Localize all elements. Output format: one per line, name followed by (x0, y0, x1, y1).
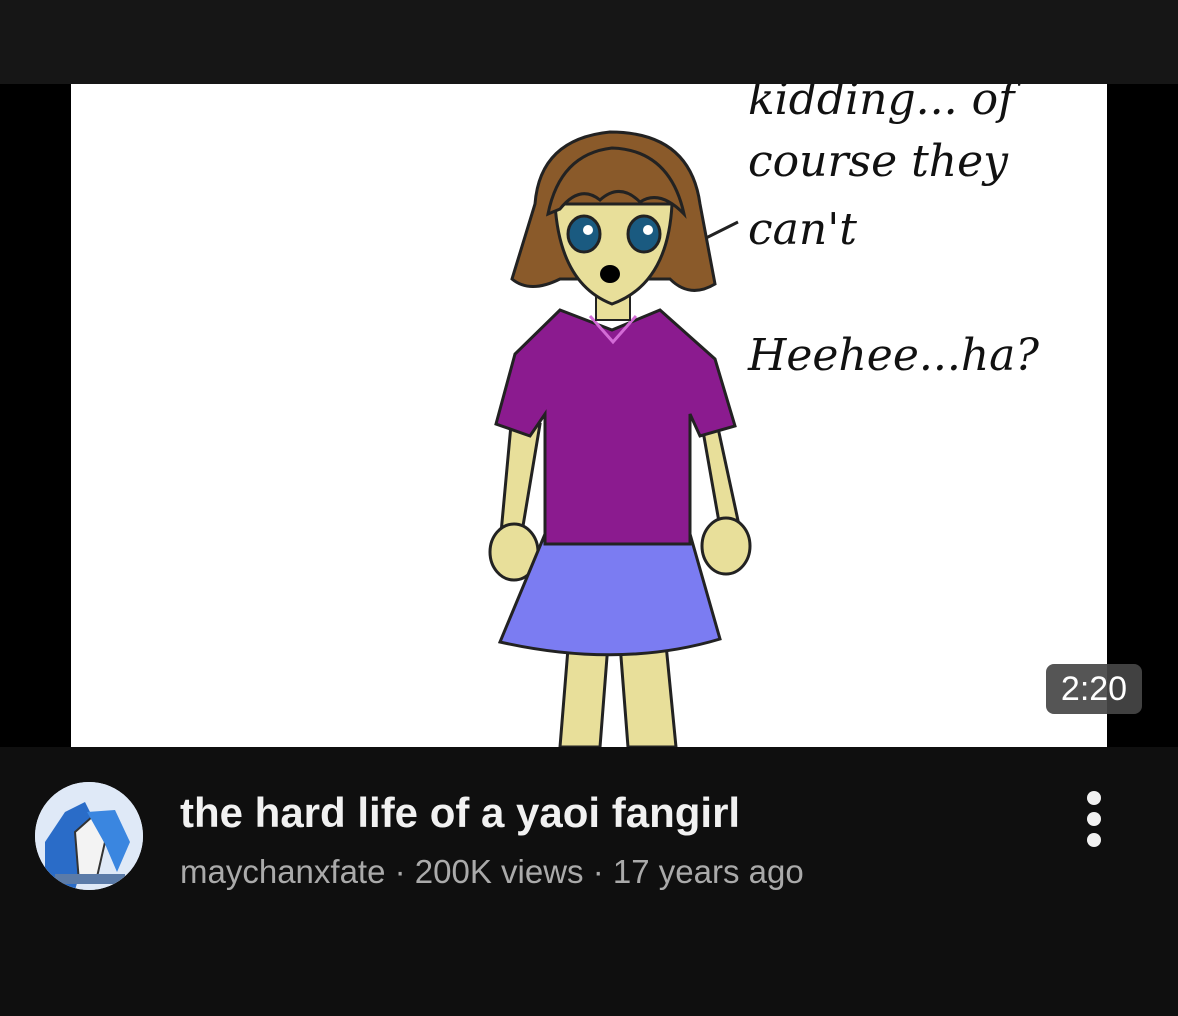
thumbnail-caption-line-2: course they (748, 136, 1009, 187)
kebab-dot (1087, 812, 1101, 826)
video-title[interactable]: the hard life of a yaoi fangirl (180, 789, 740, 837)
top-bar (0, 0, 1178, 84)
meta-separator: · (583, 853, 613, 890)
thumbnail-caption-line-1: kidding... of (748, 84, 1015, 125)
kebab-dot (1087, 833, 1101, 847)
video-info[interactable]: the hard life of a yaoi fangirl maychanx… (0, 747, 1178, 1016)
channel-name[interactable]: maychanxfate (180, 853, 385, 890)
kebab-dot (1087, 791, 1101, 805)
thumbnail-caption-line-4: Heehee...ha? (748, 330, 1039, 381)
avatar-image (35, 782, 143, 890)
more-vertical-icon[interactable] (1074, 791, 1114, 847)
upload-age: 17 years ago (612, 853, 804, 890)
video-metadata: maychanxfate · 200K views · 17 years ago (180, 853, 804, 891)
duration-badge: 2:20 (1046, 664, 1142, 714)
view-count: 200K views (414, 853, 584, 890)
video-thumbnail[interactable]: kidding... of course they can't Heehee..… (0, 84, 1178, 747)
thumbnail-caption-line-3: can't (748, 204, 857, 255)
channel-avatar[interactable] (35, 782, 143, 890)
meta-separator: · (385, 853, 415, 890)
